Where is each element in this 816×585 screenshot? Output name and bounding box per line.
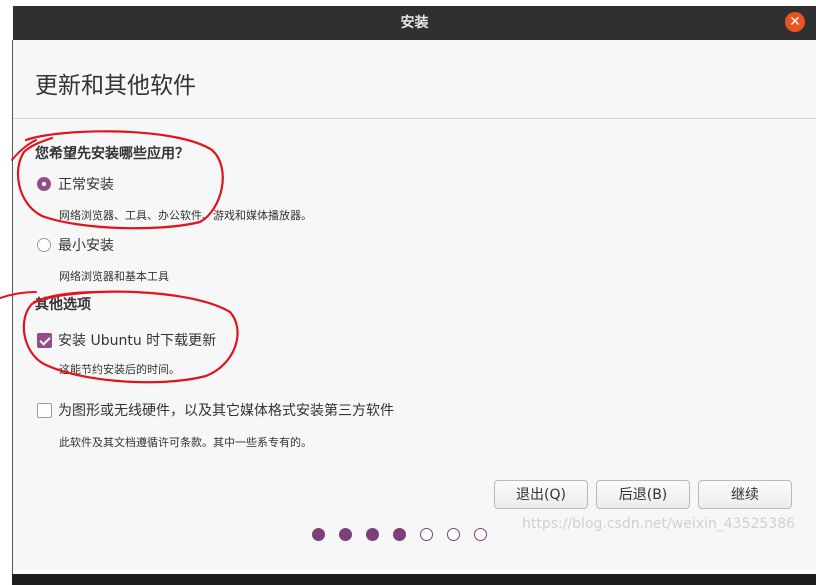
- minimal-install-radio[interactable]: 最小安装: [37, 235, 114, 255]
- quit-button[interactable]: 退出(Q): [494, 480, 588, 509]
- continue-button[interactable]: 继续: [698, 480, 792, 509]
- other-section-title: 其他选项: [35, 297, 91, 313]
- bottom-bar: [12, 574, 816, 585]
- radio-unchecked-icon[interactable]: [37, 238, 51, 252]
- apps-section-title: 您希望先安装哪些应用？: [35, 146, 189, 162]
- close-icon[interactable]: ✕: [785, 12, 805, 32]
- window-title: 安装: [400, 15, 429, 31]
- third-party-desc: 此软件及其文档遵循许可条款。其中一些系专有的。: [59, 436, 312, 449]
- back-button[interactable]: 后退(B): [596, 480, 690, 509]
- progress-dot-done: [393, 528, 406, 541]
- page-title: 更新和其他软件: [35, 73, 196, 99]
- progress-dot-done: [366, 528, 379, 541]
- title-bar: 安装 ✕: [13, 6, 816, 40]
- progress-dot-pending: [420, 528, 433, 541]
- progress-dot-pending: [474, 528, 487, 541]
- download-updates-desc: 这能节约安装后的时间。: [59, 363, 180, 376]
- progress-dots: [312, 528, 501, 541]
- progress-dot-done: [339, 528, 352, 541]
- progress-dot-done: [312, 528, 325, 541]
- checkbox-unchecked-icon[interactable]: [37, 402, 52, 418]
- third-party-checkbox[interactable]: 为图形或无线硬件，以及其它媒体格式安装第三方软件: [37, 400, 394, 420]
- progress-dot-pending: [447, 528, 460, 541]
- normal-install-label: 正常安装: [58, 177, 114, 193]
- download-updates-checkbox[interactable]: 安装 Ubuntu 时下载更新: [37, 330, 216, 350]
- divider: [13, 118, 816, 119]
- checkbox-checked-icon[interactable]: [37, 332, 52, 348]
- minimal-install-label: 最小安装: [58, 238, 114, 254]
- watermark: https://blog.csdn.net/weixin_43525386: [522, 516, 796, 532]
- third-party-label: 为图形或无线硬件，以及其它媒体格式安装第三方软件: [58, 403, 394, 419]
- normal-install-desc: 网络浏览器、工具、办公软件、游戏和媒体播放器。: [59, 209, 312, 222]
- normal-install-radio[interactable]: 正常安装: [37, 174, 114, 194]
- minimal-install-desc: 网络浏览器和基本工具: [59, 270, 169, 283]
- radio-checked-icon[interactable]: [37, 177, 51, 191]
- download-updates-label: 安装 Ubuntu 时下载更新: [58, 333, 217, 349]
- main-content: 更新和其他软件 您希望先安装哪些应用？ 正常安装 网络浏览器、工具、办公软件、游…: [13, 40, 816, 570]
